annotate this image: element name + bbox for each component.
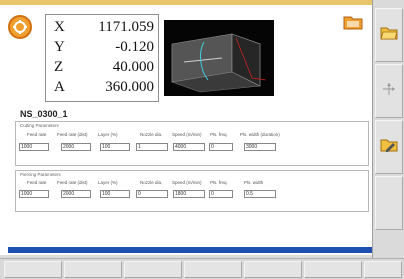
softkey-row bbox=[0, 258, 404, 279]
field-input[interactable]: 2000 bbox=[61, 190, 91, 198]
softkey-4[interactable] bbox=[184, 261, 242, 278]
coord-row-a: A 360.000 bbox=[46, 79, 158, 99]
gear-logo-icon bbox=[8, 15, 32, 39]
field-header: Nozzle dia. bbox=[140, 180, 163, 185]
coord-row-x: X 1171.059 bbox=[46, 19, 158, 39]
piercing-parameters-group: Piercing Parameters Feed rate Feed rate … bbox=[15, 170, 369, 212]
softkey-1[interactable] bbox=[4, 261, 62, 278]
group-label: Cutting Parameters bbox=[20, 123, 59, 128]
field-header: Speed (m/min) bbox=[172, 180, 202, 185]
side-key-edit[interactable] bbox=[375, 120, 403, 174]
side-key-4[interactable] bbox=[375, 176, 403, 230]
field-header: Pls. width (duration) bbox=[240, 132, 280, 137]
field-input[interactable]: 0 bbox=[209, 143, 233, 151]
field-header: Feed rate bbox=[27, 180, 47, 185]
softkey-2[interactable] bbox=[64, 261, 122, 278]
axis-label: Z bbox=[54, 59, 64, 75]
field-header: Pls. freq. bbox=[210, 180, 228, 185]
side-softkey-panel bbox=[372, 0, 404, 258]
field-input[interactable]: 3000 bbox=[244, 143, 276, 151]
side-key-open[interactable] bbox=[375, 8, 403, 62]
group-label: Piercing Parameters bbox=[20, 172, 61, 177]
field-header: Nozzle dia. bbox=[140, 132, 163, 137]
axis-value: 40.000 bbox=[112, 59, 154, 75]
cutting-parameters-group: Cutting Parameters Feed rate Feed rate (… bbox=[15, 121, 369, 166]
field-input[interactable]: 1 bbox=[136, 143, 168, 151]
softkey-3[interactable] bbox=[124, 261, 182, 278]
field-input[interactable]: 0.5 bbox=[244, 190, 276, 198]
field-header: Layer (%) bbox=[98, 132, 118, 137]
progress-bar bbox=[8, 247, 372, 253]
field-header: Speed (m/min) bbox=[172, 132, 202, 137]
field-input[interactable]: 1000 bbox=[19, 143, 49, 151]
field-input[interactable]: 4000 bbox=[173, 143, 205, 151]
coord-row-y: Y -0.120 bbox=[46, 39, 158, 59]
softkey-6[interactable] bbox=[304, 261, 362, 278]
field-input[interactable]: 100 bbox=[100, 143, 130, 151]
axis-label: Y bbox=[54, 39, 65, 55]
field-input[interactable]: 1800 bbox=[173, 190, 205, 198]
field-input[interactable]: 100 bbox=[100, 190, 130, 198]
field-header: Feed rate (dist) bbox=[57, 180, 88, 185]
folder-edit-icon bbox=[380, 137, 398, 158]
axis-value: -0.120 bbox=[115, 39, 154, 55]
folder-icon[interactable] bbox=[343, 14, 363, 30]
folder-open-icon bbox=[380, 25, 398, 46]
coordinate-display: X 1171.059 Y -0.120 Z 40.000 A 360.000 bbox=[45, 14, 159, 102]
field-header: Feed rate bbox=[27, 132, 47, 137]
program-name: NS_0300_1 bbox=[20, 109, 68, 119]
axis-value: 360.000 bbox=[105, 79, 154, 95]
softkey-7[interactable] bbox=[364, 261, 402, 278]
axis-value: 1171.059 bbox=[98, 19, 154, 35]
coord-row-z: Z 40.000 bbox=[46, 59, 158, 79]
axis-label: X bbox=[54, 19, 65, 35]
field-input[interactable]: 0 bbox=[209, 190, 233, 198]
softkey-5[interactable] bbox=[244, 261, 302, 278]
field-header: Pls. freq. bbox=[210, 132, 228, 137]
axis-label: A bbox=[54, 79, 65, 95]
field-input[interactable]: 2000 bbox=[61, 143, 91, 151]
axis-move-icon bbox=[380, 81, 398, 102]
field-header: Pls. width bbox=[244, 180, 264, 185]
side-key-axis[interactable] bbox=[375, 64, 403, 118]
3d-part-viewport[interactable] bbox=[164, 20, 274, 96]
field-input[interactable]: 0 bbox=[136, 190, 168, 198]
field-input[interactable]: 1000 bbox=[19, 190, 49, 198]
field-header: Layer (%) bbox=[98, 180, 118, 185]
field-header: Feed rate (dist) bbox=[57, 132, 88, 137]
